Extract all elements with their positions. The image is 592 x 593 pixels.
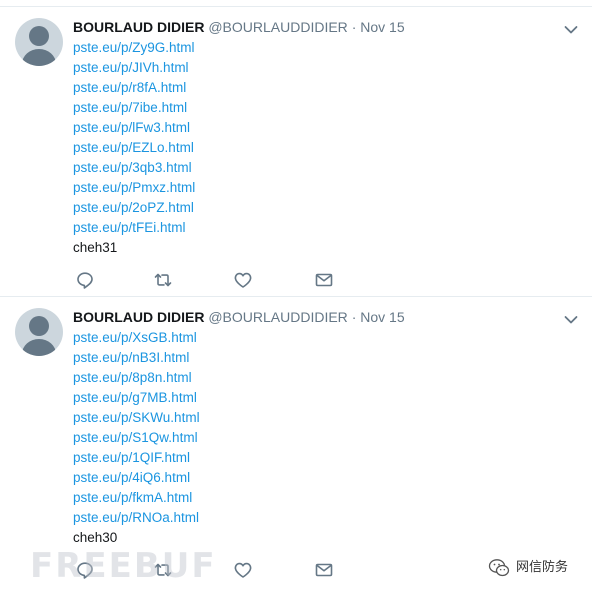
tweet-link[interactable]: pste.eu/p/JIVh.html: [73, 58, 195, 78]
tweet-link[interactable]: pste.eu/p/fkmA.html: [73, 488, 200, 508]
tweet-actions: [73, 560, 373, 580]
tweet-link[interactable]: pste.eu/p/2oPZ.html: [73, 198, 195, 218]
tweet-text: pste.eu/p/XsGB.html pste.eu/p/nB3I.html …: [73, 328, 200, 548]
tweet-plain-text: cheh30: [73, 530, 118, 545]
tweet-link[interactable]: pste.eu/p/4iQ6.html: [73, 468, 200, 488]
tweet-timestamp[interactable]: Nov 15: [360, 19, 404, 35]
tweet-link[interactable]: pste.eu/p/SKWu.html: [73, 408, 200, 428]
avatar-body-shape: [22, 49, 56, 66]
envelope-icon: [315, 273, 333, 287]
author-handle[interactable]: @BOURLAUDDIDIER: [208, 309, 347, 325]
tweet-link[interactable]: pste.eu/p/Zy9G.html: [73, 38, 195, 58]
tweet-link[interactable]: pste.eu/p/EZLo.html: [73, 138, 195, 158]
direct-message-button[interactable]: [314, 560, 334, 580]
tweet-link[interactable]: pste.eu/p/lFw3.html: [73, 118, 195, 138]
tweet-link[interactable]: pste.eu/p/g7MB.html: [73, 388, 200, 408]
retweet-icon: [154, 563, 172, 577]
like-button[interactable]: [233, 270, 253, 290]
retweet-icon: [154, 273, 172, 287]
avatar[interactable]: [15, 308, 63, 356]
tweet-plain-text: cheh31: [73, 240, 118, 255]
tweet-header: BOURLAUD DIDIER @BOURLAUDDIDIER · Nov 15: [73, 18, 405, 36]
tweet-header: BOURLAUD DIDIER @BOURLAUDDIDIER · Nov 15: [73, 308, 405, 326]
tweet-link[interactable]: pste.eu/p/8p8n.html: [73, 368, 200, 388]
chevron-down-icon[interactable]: [564, 312, 578, 324]
meta-separator: ·: [351, 309, 357, 325]
reply-button[interactable]: [75, 560, 95, 580]
meta-separator: ·: [351, 19, 357, 35]
chevron-down-icon[interactable]: [564, 22, 578, 34]
tweet-timestamp[interactable]: Nov 15: [360, 309, 404, 325]
retweet-button[interactable]: [153, 270, 173, 290]
tweet-link[interactable]: pste.eu/p/1QIF.html: [73, 448, 200, 468]
tweet[interactable]: BOURLAUD DIDIER @BOURLAUDDIDIER · Nov 15…: [0, 296, 592, 585]
heart-icon: [234, 272, 252, 288]
tweet-link[interactable]: pste.eu/p/Pmxz.html: [73, 178, 195, 198]
tweet-timeline: BOURLAUD DIDIER @BOURLAUDDIDIER · Nov 15…: [0, 0, 592, 593]
like-button[interactable]: [233, 560, 253, 580]
avatar[interactable]: [15, 18, 63, 66]
direct-message-button[interactable]: [314, 270, 334, 290]
retweet-button[interactable]: [153, 560, 173, 580]
tweet-link[interactable]: pste.eu/p/S1Qw.html: [73, 428, 200, 448]
tweet-link[interactable]: pste.eu/p/RNOa.html: [73, 508, 200, 528]
avatar-body-shape: [22, 339, 56, 356]
tweet-link[interactable]: pste.eu/p/7ibe.html: [73, 98, 195, 118]
author-name[interactable]: BOURLAUD DIDIER: [73, 19, 204, 35]
tweet[interactable]: BOURLAUD DIDIER @BOURLAUDDIDIER · Nov 15…: [0, 6, 592, 295]
reply-icon: [77, 562, 93, 579]
tweet-link[interactable]: pste.eu/p/3qb3.html: [73, 158, 195, 178]
tweet-text: pste.eu/p/Zy9G.html pste.eu/p/JIVh.html …: [73, 38, 195, 258]
tweet-link[interactable]: pste.eu/p/r8fA.html: [73, 78, 195, 98]
avatar-head-shape: [29, 316, 49, 336]
reply-icon: [77, 272, 93, 289]
tweet-actions: [73, 270, 373, 290]
wechat-icon: [488, 559, 510, 577]
brand-label: 网信防务: [516, 560, 569, 575]
tweet-link[interactable]: pste.eu/p/tFEi.html: [73, 218, 195, 238]
reply-button[interactable]: [75, 270, 95, 290]
author-name[interactable]: BOURLAUD DIDIER: [73, 309, 204, 325]
envelope-icon: [315, 563, 333, 577]
heart-icon: [234, 562, 252, 578]
tweet-link[interactable]: pste.eu/p/nB3I.html: [73, 348, 200, 368]
avatar-head-shape: [29, 26, 49, 46]
author-handle[interactable]: @BOURLAUDDIDIER: [208, 19, 347, 35]
tweet-link[interactable]: pste.eu/p/XsGB.html: [73, 328, 200, 348]
